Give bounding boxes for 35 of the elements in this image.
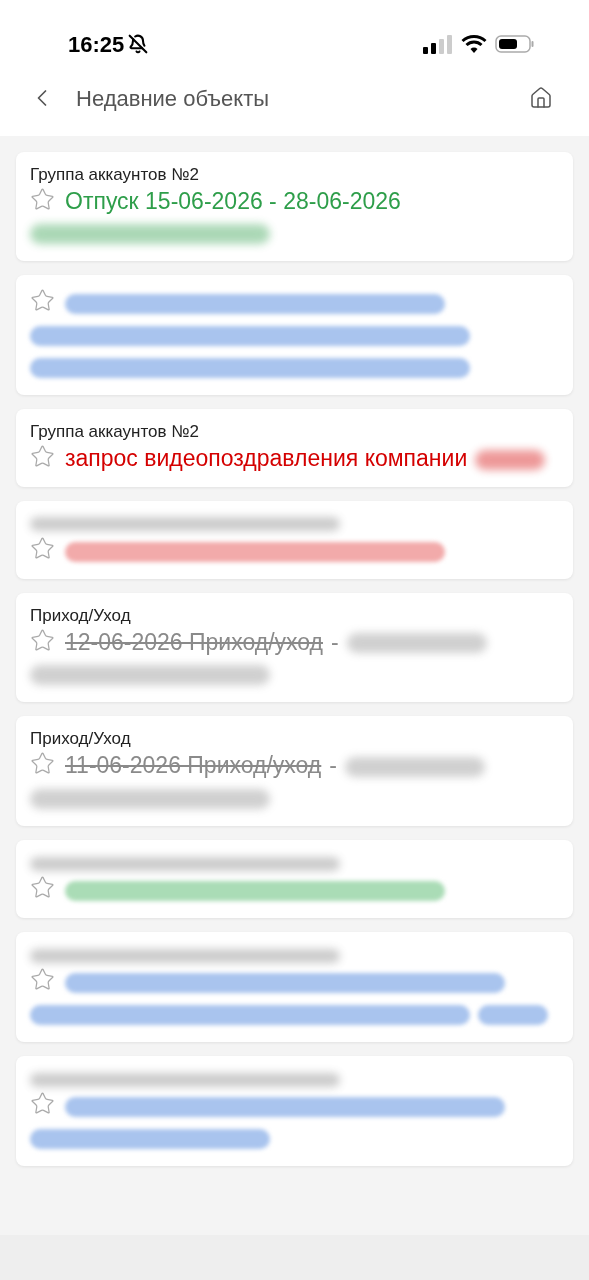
star-icon[interactable] xyxy=(30,443,55,469)
dash-separator: - xyxy=(331,628,339,655)
home-button[interactable] xyxy=(529,86,553,110)
recent-item-card[interactable] xyxy=(16,932,573,1042)
recent-item-card[interactable] xyxy=(16,840,573,919)
star-icon[interactable] xyxy=(30,627,55,653)
item-group: Группа аккаунтов №2 xyxy=(30,164,559,186)
muted-bell-icon xyxy=(128,34,149,54)
item-group: Группа аккаунтов №2 xyxy=(30,420,559,443)
star-icon[interactable] xyxy=(30,187,55,212)
home-icon xyxy=(529,86,553,110)
recent-item-card[interactable] xyxy=(16,1056,573,1166)
item-group: Приход/Уход xyxy=(30,728,559,751)
recent-item-card[interactable]: Группа аккаунтов №2 запрос видеопоздравления компании xyxy=(16,408,573,487)
star-icon[interactable] xyxy=(30,287,55,313)
item-title[interactable]: запрос видеопоздравления компании xyxy=(65,444,468,471)
wifi-icon xyxy=(461,34,487,54)
status-time: 16:25 xyxy=(68,30,125,59)
recent-item-card[interactable]: Приход/Уход 11-06-2026 Приход/уход - xyxy=(16,716,573,827)
dash-separator: - xyxy=(329,752,337,779)
recent-item-card[interactable]: Группа аккаунтов №2 Отпуск 15-06-2026 - 28-06-2026 xyxy=(16,152,573,261)
battery-icon xyxy=(495,34,535,54)
star-icon[interactable] xyxy=(30,1091,55,1116)
star-icon[interactable] xyxy=(30,967,55,993)
blurred-text xyxy=(475,449,546,470)
page-title: Недавние объекты xyxy=(76,84,271,113)
star-icon[interactable] xyxy=(30,875,55,901)
recent-item-card[interactable] xyxy=(16,500,573,579)
star-icon[interactable] xyxy=(30,751,55,777)
item-group: Приход/Уход xyxy=(30,604,559,627)
recent-item-card[interactable] xyxy=(16,274,573,395)
signal-icon xyxy=(423,34,453,54)
blurred-text xyxy=(478,1005,548,1025)
star-icon[interactable] xyxy=(30,535,55,561)
recent-item-card[interactable]: Приход/Уход 12-06-2026 Приход/уход - xyxy=(16,592,573,703)
